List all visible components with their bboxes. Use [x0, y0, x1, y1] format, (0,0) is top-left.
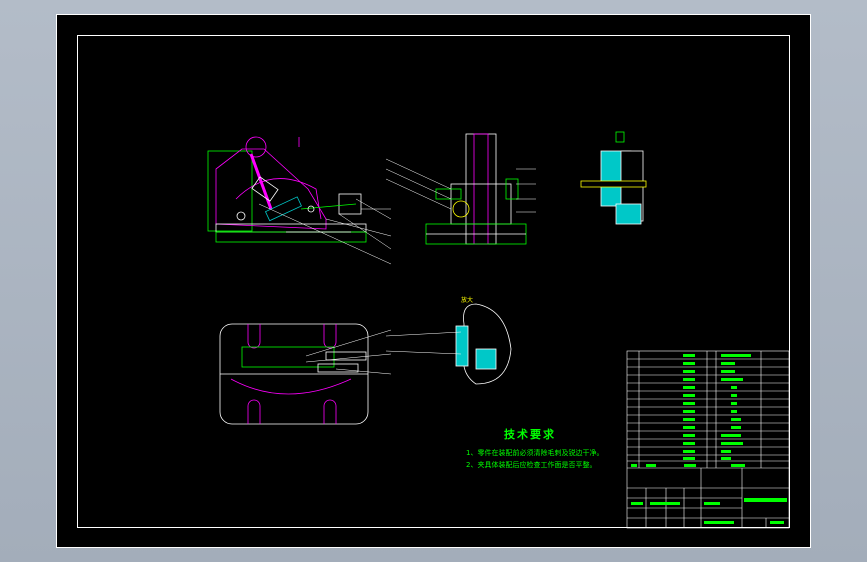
plan-view	[219, 323, 392, 425]
cad-viewport[interactable]: 放大 技术要求 1、零件在装配前必须清除毛刺及锐边干净。 2、夹具体装配后应检查…	[0, 0, 867, 562]
outer-frame	[56, 14, 811, 548]
inner-frame	[77, 35, 790, 528]
drawing-sheet[interactable]: 放大 技术要求 1、零件在装配前必须清除毛刺及锐边干净。 2、夹具体装配后应检查…	[56, 14, 811, 548]
drawing-canvas	[56, 14, 811, 548]
enlarged-detail	[385, 303, 512, 385]
section-view	[580, 131, 647, 225]
detail-label: 放大	[461, 297, 474, 304]
tech-note-1: 1、零件在装配前必须清除毛刺及锐边干净。	[466, 449, 604, 457]
side-view	[385, 133, 536, 245]
tech-note-2: 2、夹具体装配后应检查工作面是否平整。	[466, 461, 597, 469]
front-view	[207, 136, 392, 265]
tech-requirements-title: 技术要求	[504, 428, 556, 441]
